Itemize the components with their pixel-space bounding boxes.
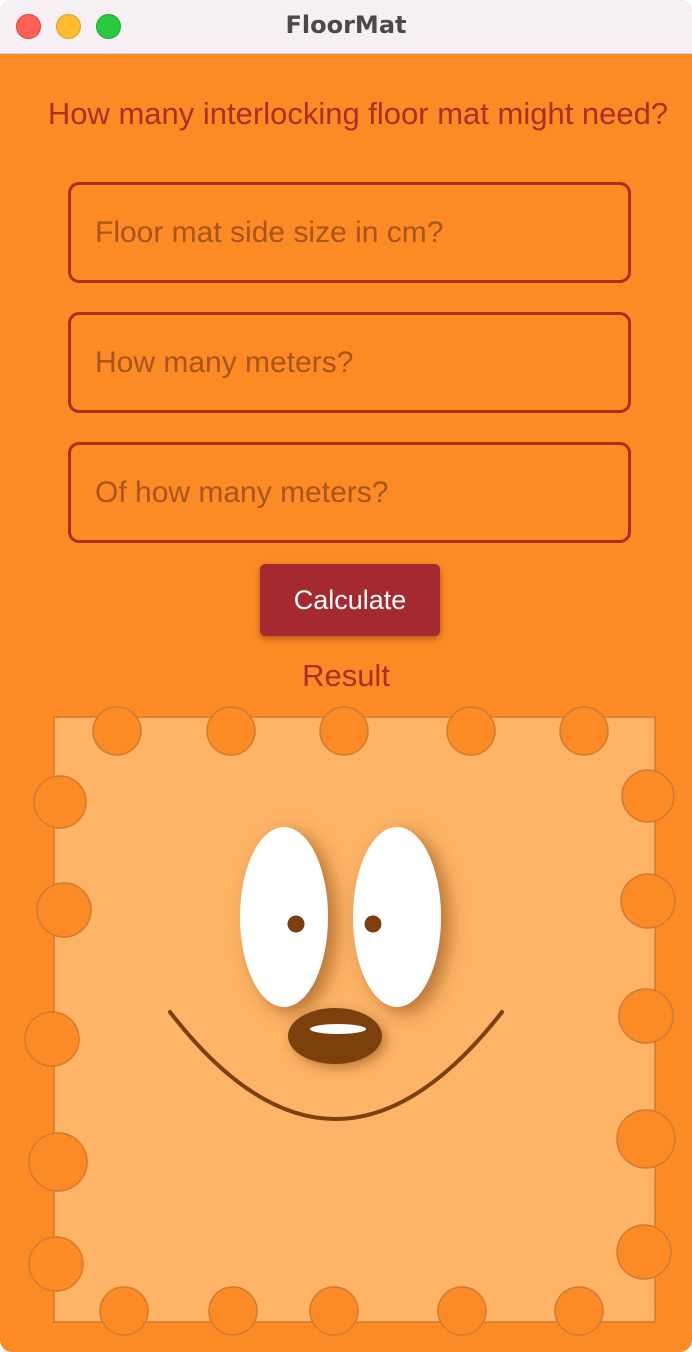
right-pupil: [364, 915, 382, 933]
nose: [288, 1008, 382, 1064]
right-eye: [353, 827, 441, 1007]
nose-highlight: [310, 1024, 366, 1034]
left-pupil: [287, 915, 305, 933]
app-window: FloorMat How many interlocking floor mat…: [0, 0, 692, 1352]
floor-mat-illustration: [24, 706, 676, 1336]
left-eye: [240, 827, 328, 1007]
